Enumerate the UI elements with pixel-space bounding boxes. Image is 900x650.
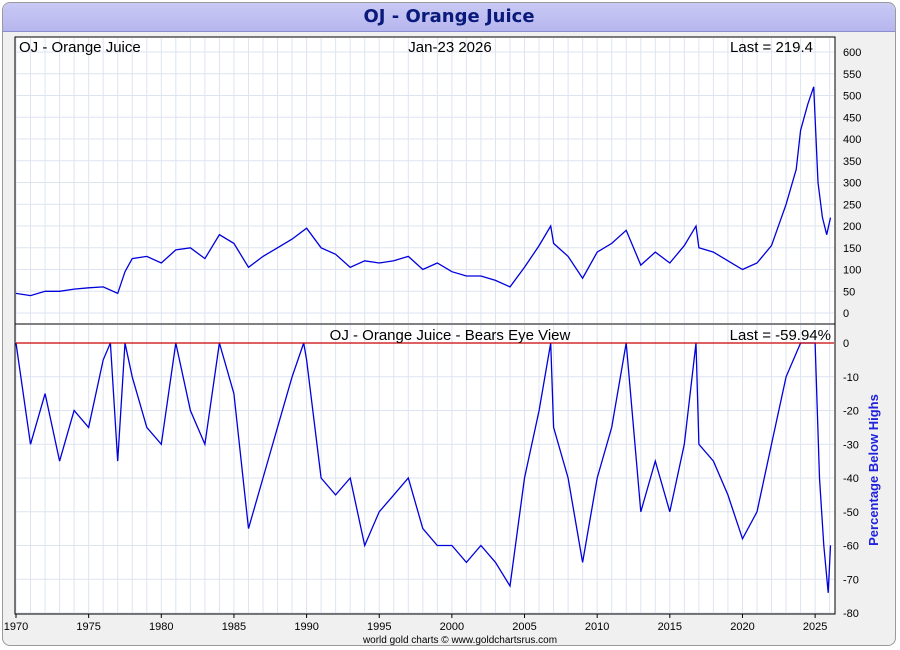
y-tick-label: 200 (843, 221, 861, 233)
chart-canvas: 0 50 100 150 200 250 300 350 400 450 500 550 600 0 -10… (4, 36, 881, 646)
y-tick-label: 50 (843, 286, 855, 298)
y-tick-label: -30 (843, 439, 859, 451)
x-tick-label: 2005 (512, 621, 536, 633)
y-tick-label: 350 (843, 156, 861, 168)
y-tick-label: 400 (843, 134, 861, 146)
bears-last-value: Last = -59.94% (730, 327, 831, 344)
bears-plot-area (14, 323, 836, 615)
y-tick-label: -70 (843, 574, 859, 586)
x-tick-label: 1995 (367, 621, 391, 633)
x-tick-label: 1975 (76, 621, 100, 633)
x-tick-label: 2020 (730, 621, 754, 633)
x-tick-label: 1990 (294, 621, 318, 633)
price-last-value: Last = 219.4 (730, 39, 813, 56)
y-tick-label: 250 (843, 199, 861, 211)
x-tick-label: 2000 (440, 621, 464, 633)
y-tick-label: -10 (843, 372, 859, 384)
y-tick-label: 600 (843, 47, 861, 59)
price-chart-date: Jan-23 2026 (408, 39, 491, 56)
y-tick-label: -20 (843, 406, 859, 418)
x-tick-label: 1985 (222, 621, 246, 633)
footer-credit: world gold charts © www.goldchartsrus.co… (362, 635, 557, 646)
bears-chart-title: OJ - Orange Juice - Bears Eye View (330, 327, 571, 344)
price-plot-area (14, 36, 836, 325)
y-tick-label: 100 (843, 265, 861, 277)
y-tick-label: 450 (843, 112, 861, 124)
y-tick-label: 0 (843, 338, 849, 350)
x-tick-label: 2010 (585, 621, 609, 633)
x-tick-label: 1970 (4, 621, 28, 633)
y-tick-label: -80 (843, 608, 859, 620)
x-tick-label: 1980 (149, 621, 173, 633)
y-tick-label: 150 (843, 243, 861, 255)
y-tick-label: 300 (843, 178, 861, 190)
x-tick-label: 2015 (658, 621, 682, 633)
y-tick-label: -60 (843, 541, 859, 553)
y-tick-label: 0 (843, 308, 849, 320)
x-tick-label: 2025 (803, 621, 827, 633)
y-tick-label: -50 (843, 507, 859, 519)
price-chart-title: OJ - Orange Juice (19, 39, 141, 56)
y-tick-label: 550 (843, 69, 861, 81)
bears-y-axis-label: Percentage Below Highs (866, 394, 881, 546)
y-tick-label: 500 (843, 91, 861, 103)
y-tick-label: -40 (843, 473, 859, 485)
